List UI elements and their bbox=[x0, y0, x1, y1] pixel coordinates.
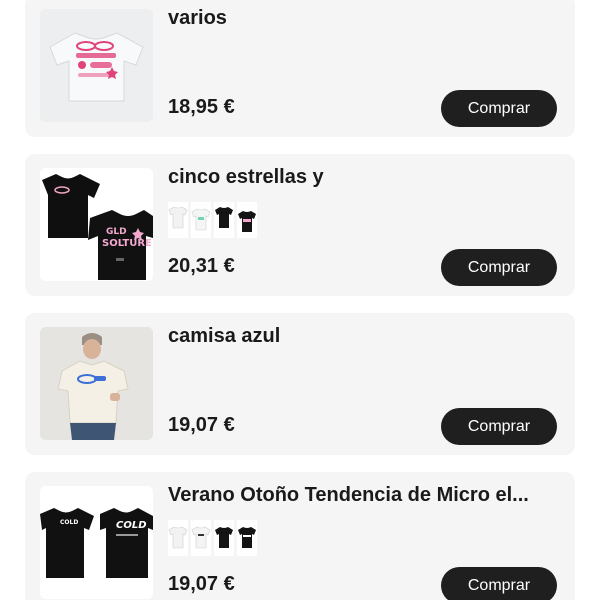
product-image[interactable] bbox=[40, 9, 153, 122]
svg-text:COLD: COLD bbox=[60, 519, 78, 526]
black-tshirt-front-back-image: GLD SOLTURE bbox=[40, 168, 153, 281]
variant-white-thumb[interactable] bbox=[168, 520, 188, 556]
product-title[interactable]: varios bbox=[168, 7, 563, 30]
product-title[interactable]: camisa azul bbox=[168, 325, 563, 348]
product-price: 19,07 € bbox=[168, 414, 235, 436]
model-wearing-shirt-image bbox=[40, 327, 153, 440]
black-tshirt-icon bbox=[215, 527, 233, 548]
svg-text:GLD: GLD bbox=[106, 227, 127, 237]
white-tshirt-back-image bbox=[40, 9, 153, 122]
product-title[interactable]: cinco estrellas y bbox=[168, 166, 563, 189]
color-variants bbox=[168, 520, 257, 556]
svg-text:SOLTURE: SOLTURE bbox=[102, 238, 152, 249]
product-card[interactable]: GLD SOLTURE cinco estrellas y 20,31 € Co… bbox=[25, 154, 575, 296]
variant-black-thumb[interactable] bbox=[214, 202, 234, 238]
black-tshirt-print-icon bbox=[238, 527, 256, 548]
white-tshirt-icon bbox=[168, 206, 188, 229]
product-card[interactable]: camisa azul 19,07 € Comprar bbox=[25, 313, 575, 455]
mint-tshirt-icon bbox=[191, 208, 211, 231]
buy-button[interactable]: Comprar bbox=[441, 567, 557, 600]
black-tshirt-pair-image: COLD COLD bbox=[40, 486, 153, 599]
product-image[interactable]: GLD SOLTURE bbox=[40, 168, 153, 281]
product-image[interactable] bbox=[40, 327, 153, 440]
variant-white-thumb[interactable] bbox=[168, 202, 188, 238]
black-tshirt-icon bbox=[215, 207, 233, 228]
buy-button[interactable]: Comprar bbox=[441, 249, 557, 286]
product-price: 20,31 € bbox=[168, 255, 235, 277]
product-price: 19,07 € bbox=[168, 573, 235, 595]
black-pink-tshirt-icon bbox=[238, 211, 256, 232]
product-card[interactable]: COLD COLD Verano Otoño Tendencia de Micr… bbox=[25, 472, 575, 600]
buy-button[interactable]: Comprar bbox=[441, 90, 557, 127]
product-card[interactable]: varios 18,95 € Comprar bbox=[25, 0, 575, 137]
white-tshirt-print-icon bbox=[191, 526, 211, 549]
variant-black-thumb[interactable] bbox=[214, 520, 234, 556]
product-image[interactable]: COLD COLD bbox=[40, 486, 153, 599]
variant-white-text-thumb[interactable] bbox=[191, 520, 211, 556]
product-price: 18,95 € bbox=[168, 96, 235, 118]
variant-black-pink-thumb[interactable] bbox=[237, 202, 257, 238]
color-variants bbox=[168, 202, 257, 238]
variant-black-print-thumb[interactable] bbox=[237, 520, 257, 556]
variant-mint-thumb[interactable] bbox=[191, 202, 211, 238]
product-title[interactable]: Verano Otoño Tendencia de Micro el... bbox=[168, 484, 563, 507]
buy-button[interactable]: Comprar bbox=[441, 408, 557, 445]
white-tshirt-icon bbox=[168, 526, 188, 549]
svg-text:COLD: COLD bbox=[116, 520, 147, 531]
